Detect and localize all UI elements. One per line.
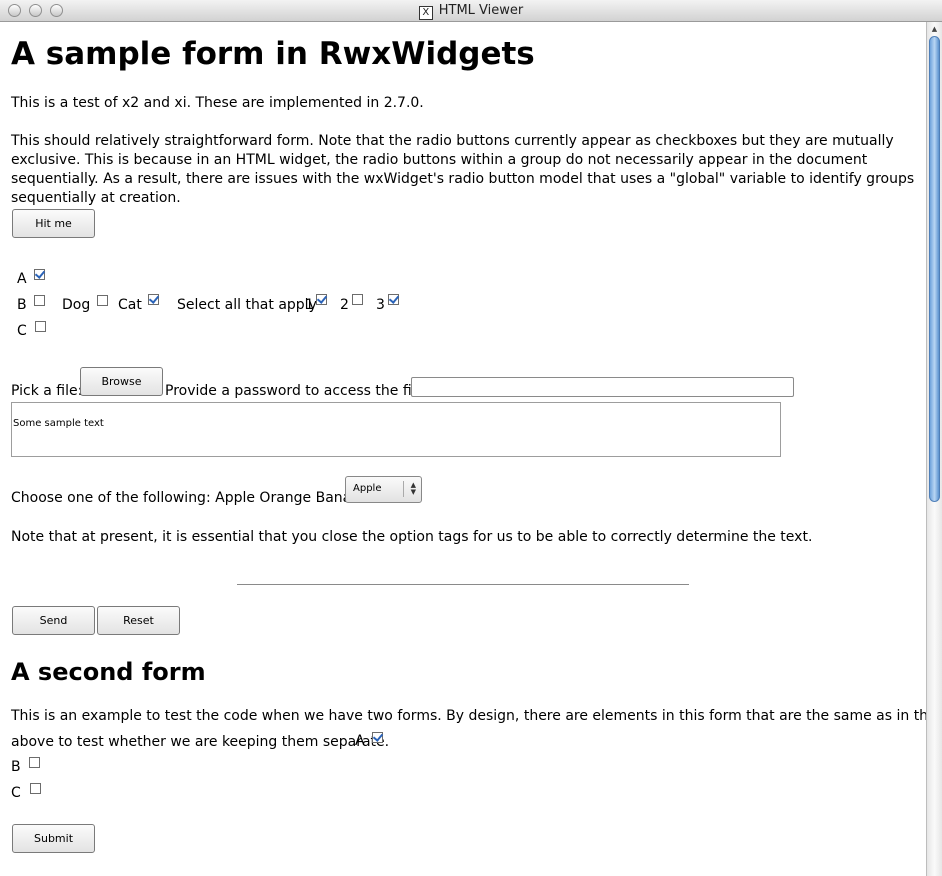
radio-c-label: C bbox=[17, 323, 27, 339]
form2-radio-c-label: C bbox=[11, 785, 21, 801]
radio-c-checkbox[interactable] bbox=[35, 321, 46, 332]
password-label: Provide a password to access the file: bbox=[165, 383, 429, 399]
browse-button[interactable]: Browse bbox=[80, 367, 163, 396]
form2-radio-b-label: B bbox=[11, 759, 21, 775]
dog-label: Dog bbox=[62, 297, 91, 313]
submit-button[interactable]: Submit bbox=[12, 824, 95, 853]
select-all-label: Select all that apply bbox=[177, 297, 317, 313]
option-1-label: 1 bbox=[305, 297, 314, 313]
form1-description: This should relatively straightforward f… bbox=[11, 133, 915, 206]
option-tags-note: Note that at present, it is essential th… bbox=[11, 529, 813, 545]
radio-b-label: B bbox=[17, 297, 27, 313]
choose-label: Choose one of the following: Apple Orang… bbox=[11, 490, 369, 506]
horizontal-rule bbox=[237, 584, 689, 585]
select-divider bbox=[403, 481, 404, 497]
scrollbar-thumb[interactable] bbox=[929, 36, 940, 502]
password-input[interactable] bbox=[411, 377, 794, 397]
window-title: HTML Viewer bbox=[438, 3, 524, 18]
radio-b-checkbox[interactable] bbox=[34, 295, 45, 306]
option-2-checkbox[interactable] bbox=[352, 294, 363, 305]
dog-checkbox[interactable] bbox=[97, 295, 108, 306]
scroll-up-arrow-icon[interactable]: ▲ bbox=[927, 22, 942, 36]
file-label: Pick a file: bbox=[11, 383, 83, 399]
radio-a-checkbox[interactable] bbox=[34, 269, 45, 280]
fruit-select[interactable]: Apple ▲ ▼ bbox=[345, 476, 422, 503]
form2-heading: A second form bbox=[11, 658, 206, 686]
hit-me-button[interactable]: Hit me bbox=[12, 209, 95, 238]
option-3-checkbox[interactable] bbox=[388, 294, 399, 305]
option-1-checkbox[interactable] bbox=[316, 294, 327, 305]
cat-label: Cat bbox=[118, 297, 142, 313]
form2-radio-b-checkbox[interactable] bbox=[29, 757, 40, 768]
x11-app-icon: X bbox=[418, 6, 433, 20]
form1-heading: A sample form in RwxWidgets bbox=[11, 36, 535, 72]
form1-intro: This is a test of x2 and xi. These are i… bbox=[11, 95, 424, 111]
radio-a-label: A bbox=[17, 271, 27, 287]
window-title-area: X HTML Viewer bbox=[0, 3, 942, 20]
form2-radio-a-checkbox[interactable] bbox=[372, 732, 383, 743]
option-3-label: 3 bbox=[376, 297, 385, 313]
form2-text-line2: above to test whether we are keeping the… bbox=[11, 734, 390, 750]
updown-arrows-icon: ▲ ▼ bbox=[410, 481, 416, 496]
vertical-scrollbar[interactable]: ▲ bbox=[926, 22, 942, 876]
reset-button[interactable]: Reset bbox=[97, 606, 180, 635]
cat-checkbox[interactable] bbox=[148, 294, 159, 305]
form2-radio-a-label: A bbox=[355, 733, 365, 749]
html-viewer-content: A sample form in RwxWidgets This is a te… bbox=[0, 22, 926, 876]
form2-text-line1: This is an example to test the code when… bbox=[11, 708, 926, 724]
sample-textarea[interactable]: Some sample text bbox=[11, 402, 781, 457]
window-titlebar: X HTML Viewer bbox=[0, 0, 942, 22]
option-2-label: 2 bbox=[340, 297, 349, 313]
fruit-select-value: Apple bbox=[353, 483, 382, 494]
send-button[interactable]: Send bbox=[12, 606, 95, 635]
form2-radio-c-checkbox[interactable] bbox=[30, 783, 41, 794]
